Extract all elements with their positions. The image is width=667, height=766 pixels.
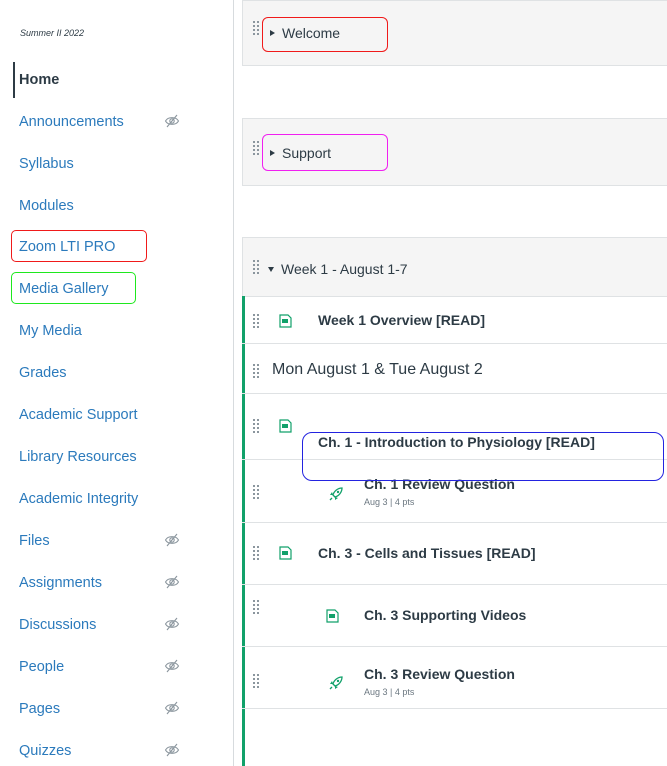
annotation-box-red [11, 230, 147, 262]
module-item[interactable]: Ch. 3 Supporting Videos [242, 585, 667, 647]
nav-item-modules[interactable]: Modules [19, 193, 74, 219]
nav-item-syllabus[interactable]: Syllabus [19, 151, 74, 177]
eye-slash-icon [164, 575, 180, 589]
eye-slash-icon [164, 533, 180, 547]
nav-item-my-media[interactable]: My Media [19, 318, 82, 344]
drag-handle-icon[interactable] [253, 485, 261, 499]
drag-handle-icon[interactable] [253, 364, 261, 378]
nav-item-pages[interactable]: Pages [19, 696, 60, 722]
nav-item-grades[interactable]: Grades [19, 360, 67, 386]
module-item[interactable]: Ch. 3 Review Question Aug 3 | 4 pts [242, 647, 667, 709]
drag-handle-icon[interactable] [253, 674, 261, 688]
module-item[interactable]: Week 1 Overview [READ] [242, 296, 667, 344]
nav-item-academic-support[interactable]: Academic Support [19, 402, 137, 428]
item-title[interactable]: Week 1 Overview [READ] [318, 312, 485, 328]
eye-slash-icon [164, 114, 180, 128]
subheader-title: Mon August 1 & Tue August 2 [272, 361, 483, 378]
eye-slash-icon [164, 701, 180, 715]
term-label: Summer II 2022 [20, 28, 85, 38]
nav-item-quizzes[interactable]: Quizzes [19, 738, 71, 764]
nav-item-home[interactable]: Home [19, 67, 59, 93]
module-header-week-1[interactable]: Week 1 - August 1-7 [242, 237, 667, 297]
rocket-icon [329, 487, 343, 501]
item-title[interactable]: Ch. 3 - Cells and Tissues [READ] [318, 545, 536, 561]
drag-handle-icon[interactable] [253, 546, 261, 560]
document-icon [326, 609, 339, 623]
eye-slash-icon [164, 743, 180, 757]
module-title[interactable]: Week 1 - August 1-7 [281, 261, 408, 277]
nav-item-files[interactable]: Files [19, 528, 50, 554]
item-title[interactable]: Ch. 3 Supporting Videos [364, 607, 526, 623]
nav-item-discussions[interactable]: Discussions [19, 612, 96, 638]
drag-handle-icon[interactable] [253, 21, 261, 35]
document-icon [279, 546, 292, 560]
nav-item-announcements[interactable]: Announcements [19, 109, 124, 135]
divider [233, 0, 234, 766]
text-header: Mon August 1 & Tue August 2 [242, 344, 667, 394]
document-icon [279, 314, 292, 328]
drag-handle-icon[interactable] [253, 314, 261, 328]
eye-slash-icon [164, 659, 180, 673]
nav-item-academic-integrity[interactable]: Academic Integrity [19, 486, 138, 512]
item-details: Aug 3 | 4 pts [364, 497, 415, 507]
module-item[interactable]: Ch. 3 - Cells and Tissues [READ] [242, 523, 667, 585]
document-icon [279, 419, 292, 433]
active-indicator [13, 62, 15, 98]
rocket-icon [329, 676, 343, 690]
drag-handle-icon[interactable] [253, 141, 261, 155]
item-details: Aug 3 | 4 pts [364, 687, 415, 697]
annotation-box-blue [302, 432, 664, 481]
eye-slash-icon [164, 617, 180, 631]
drag-handle-icon[interactable] [253, 260, 261, 274]
caret-down-icon[interactable] [268, 267, 274, 272]
annotation-box-red [262, 17, 388, 52]
course-navigation: Summer II 2022 Home Announcements Syllab… [0, 0, 232, 766]
annotation-box-green [11, 272, 136, 304]
nav-item-people[interactable]: People [19, 654, 64, 680]
module-items: Week 1 Overview [READ] Mon August 1 & Tu… [242, 296, 667, 766]
drag-handle-icon[interactable] [253, 600, 261, 614]
nav-item-assignments[interactable]: Assignments [19, 570, 102, 596]
annotation-box-magenta [262, 134, 388, 171]
drag-handle-icon[interactable] [253, 419, 261, 433]
item-title[interactable]: Ch. 3 Review Question [364, 666, 515, 682]
nav-item-library-resources[interactable]: Library Resources [19, 444, 137, 470]
